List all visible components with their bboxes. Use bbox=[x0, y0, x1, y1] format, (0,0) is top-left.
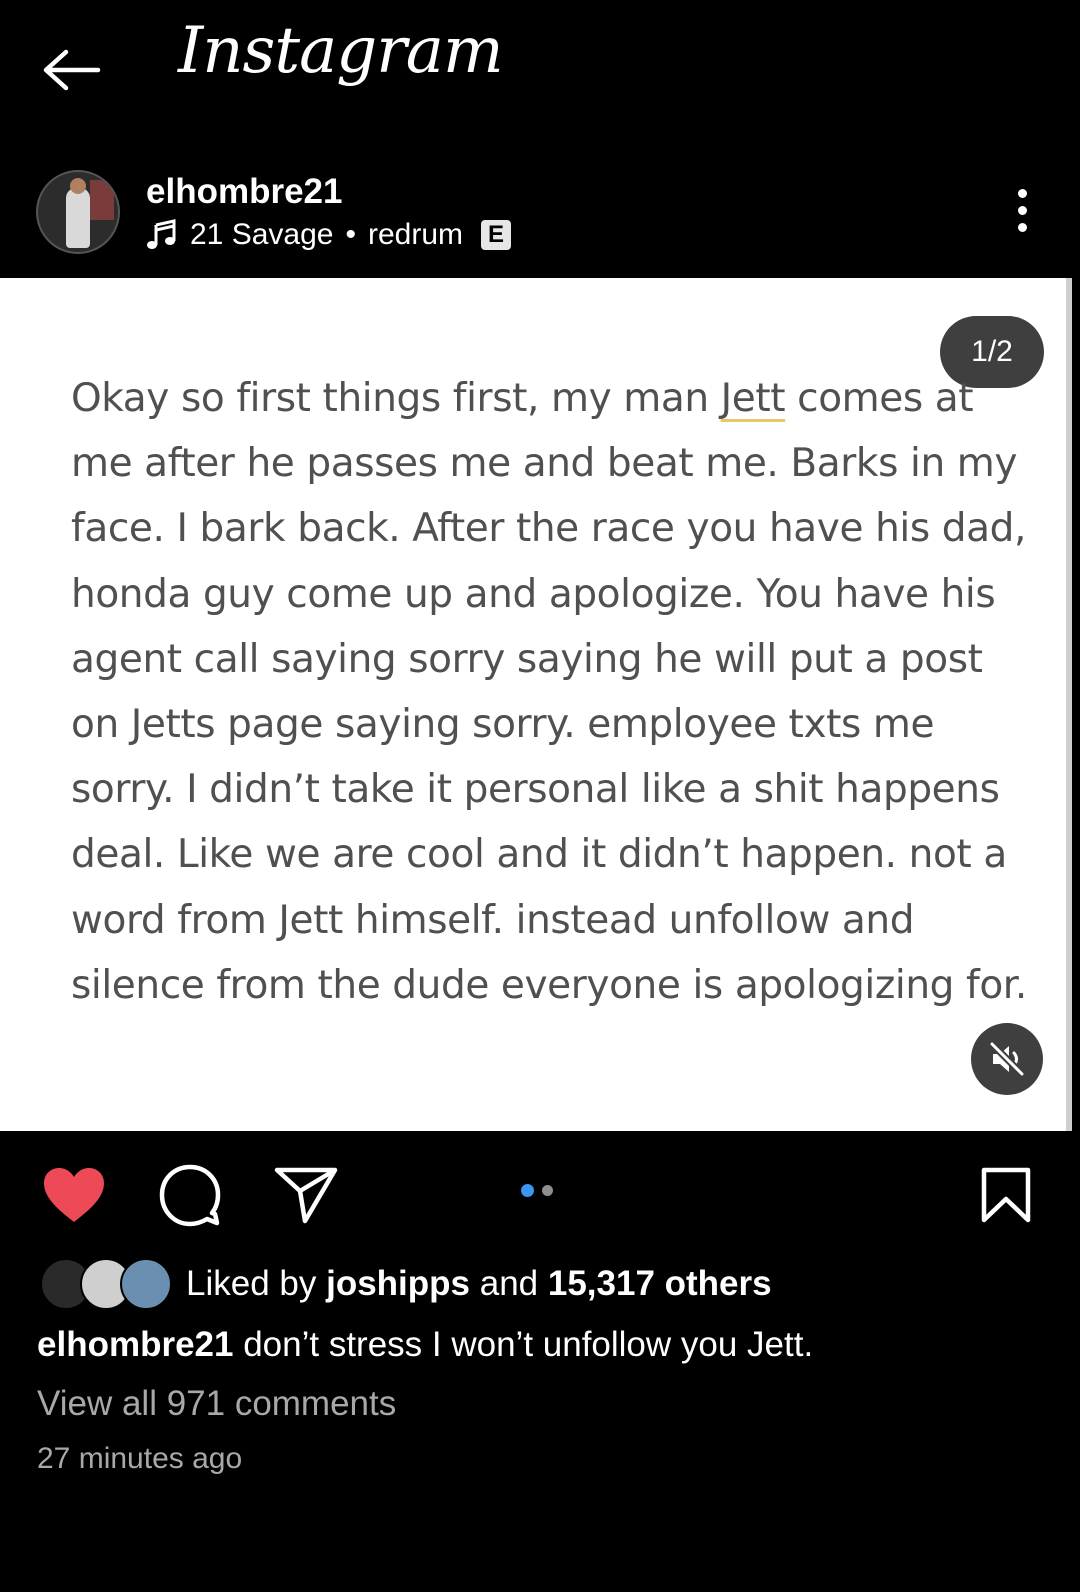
bookmark-icon bbox=[981, 1167, 1031, 1223]
back-button[interactable] bbox=[36, 40, 108, 100]
likes-summary[interactable]: Liked by joshipps and 15,317 others bbox=[186, 1264, 772, 1304]
likes-and: and bbox=[470, 1264, 548, 1303]
music-artist: 21 Savage bbox=[190, 218, 334, 251]
post-image[interactable]: 1/2 Okay so first things first, my man J… bbox=[0, 278, 1070, 1131]
save-button[interactable] bbox=[970, 1159, 1042, 1231]
likes-others-count[interactable]: 15,317 others bbox=[548, 1264, 772, 1303]
music-attribution[interactable]: 21 Savage • redrum E bbox=[146, 218, 511, 252]
carousel-dot bbox=[542, 1185, 553, 1196]
mute-button[interactable] bbox=[971, 1023, 1043, 1095]
liker-avatars bbox=[40, 1258, 172, 1310]
avatar[interactable] bbox=[36, 170, 120, 254]
likes-row[interactable]: Liked by joshipps and 15,317 others bbox=[40, 1258, 1040, 1310]
instagram-logo: Instagram bbox=[178, 14, 504, 88]
caption-text: don’t stress I won’t unfollow you Jett. bbox=[233, 1325, 814, 1364]
music-note-icon bbox=[147, 219, 176, 249]
carousel-dot-active bbox=[521, 1184, 534, 1197]
post-image-text: Okay so first things first, my man Jett … bbox=[71, 366, 1031, 1018]
scroll-edge bbox=[1066, 278, 1072, 1131]
share-button[interactable] bbox=[270, 1159, 342, 1231]
top-bar: Instagram bbox=[0, 0, 1080, 150]
post-timestamp: 27 minutes ago bbox=[37, 1442, 243, 1475]
paper-plane-icon bbox=[274, 1167, 338, 1224]
likes-prefix: Liked by bbox=[186, 1264, 327, 1303]
explicit-badge: E bbox=[481, 220, 511, 250]
post-actions bbox=[0, 1131, 1080, 1251]
image-text-highlight: Jett bbox=[720, 376, 786, 421]
comment-button[interactable] bbox=[154, 1159, 226, 1231]
post-header: elhombre21 21 Savage • redrum E bbox=[0, 160, 1080, 278]
music-track: redrum bbox=[367, 218, 463, 251]
view-comments-link[interactable]: View all 971 comments bbox=[37, 1384, 396, 1424]
arrow-left-icon bbox=[43, 49, 101, 91]
image-text-end: comes at me after he passes me and beat … bbox=[71, 376, 1027, 1008]
liker-avatar bbox=[120, 1258, 172, 1310]
comment-icon bbox=[159, 1164, 221, 1227]
post-username[interactable]: elhombre21 bbox=[146, 172, 342, 212]
like-button[interactable] bbox=[38, 1159, 110, 1231]
image-text-start: Okay so first things first, my man bbox=[71, 376, 721, 421]
music-separator: • bbox=[345, 218, 356, 251]
carousel-indicator bbox=[521, 1184, 553, 1197]
more-options-button[interactable] bbox=[1000, 180, 1044, 240]
more-vertical-icon bbox=[1017, 188, 1027, 232]
muted-speaker-icon bbox=[988, 1040, 1026, 1078]
post-caption: elhombre21 don’t stress I won’t unfollow… bbox=[37, 1325, 813, 1365]
first-liker[interactable]: joshipps bbox=[326, 1264, 470, 1303]
heart-icon bbox=[44, 1168, 104, 1222]
caption-username[interactable]: elhombre21 bbox=[37, 1325, 233, 1364]
